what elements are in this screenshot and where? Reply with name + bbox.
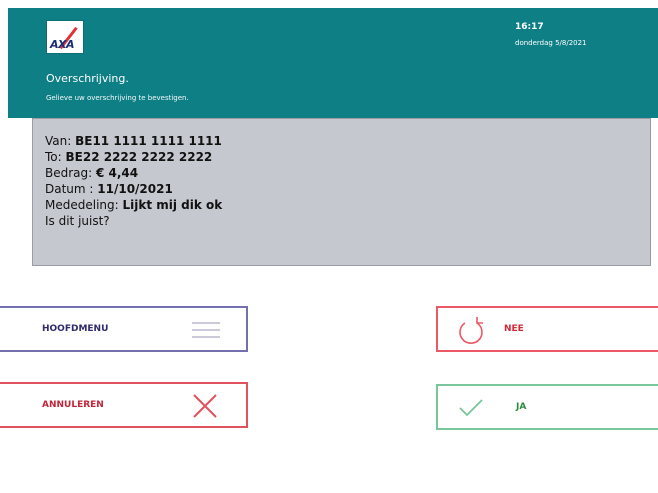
cancel-label: ANNULEREN	[42, 400, 104, 410]
to-line: To: BE22 2222 2222 2222	[45, 149, 222, 165]
clock-time: 16:17	[515, 22, 544, 32]
no-button[interactable]: NEE	[436, 306, 658, 352]
clock-date: donderdag 5/8/2021	[515, 39, 587, 47]
mededeling-value: Lijkt mij dik ok	[122, 198, 223, 212]
transfer-details-panel: Van: BE11 1111 1111 1111 To: BE22 2222 2…	[32, 118, 651, 266]
van-value: BE11 1111 1111 1111	[75, 134, 222, 148]
axa-logo: AXA	[46, 20, 84, 54]
no-label: NEE	[504, 324, 524, 334]
logo-text: AXA	[50, 38, 75, 51]
to-value: BE22 2222 2222 2222	[65, 150, 213, 164]
mededeling-label: Mededeling:	[45, 198, 123, 212]
yes-label: JA	[516, 402, 527, 412]
hamburger-icon	[192, 322, 220, 338]
datum-value: 11/10/2021	[97, 182, 173, 196]
yes-button[interactable]: JA	[436, 384, 658, 430]
close-x-icon	[193, 394, 217, 418]
mededeling-line: Mededeling: Lijkt mij dik ok	[45, 197, 222, 213]
checkmark-icon	[459, 399, 483, 417]
header-bar: AXA Overschrijving. Gelieve uw overschri…	[8, 8, 658, 118]
confirm-question: Is dit juist?	[45, 214, 110, 228]
datum-line: Datum : 11/10/2021	[45, 181, 222, 197]
datum-label: Datum :	[45, 182, 98, 196]
van-line: Van: BE11 1111 1111 1111	[45, 133, 222, 149]
van-label: Van:	[45, 134, 76, 148]
bedrag-label: Bedrag:	[45, 166, 96, 180]
undo-arrow-icon	[459, 317, 483, 344]
page-subtitle: Gelieve uw overschrijving te bevestigen.	[46, 94, 189, 102]
to-label: To:	[45, 150, 66, 164]
cancel-button[interactable]: ANNULEREN	[0, 382, 248, 428]
bedrag-value: € 4,44	[96, 166, 139, 180]
bedrag-line: Bedrag: € 4,44	[45, 165, 222, 181]
page-title: Overschrijving.	[46, 72, 129, 85]
main-menu-label: HOOFDMENU	[42, 324, 109, 334]
main-menu-button[interactable]: HOOFDMENU	[0, 306, 248, 352]
